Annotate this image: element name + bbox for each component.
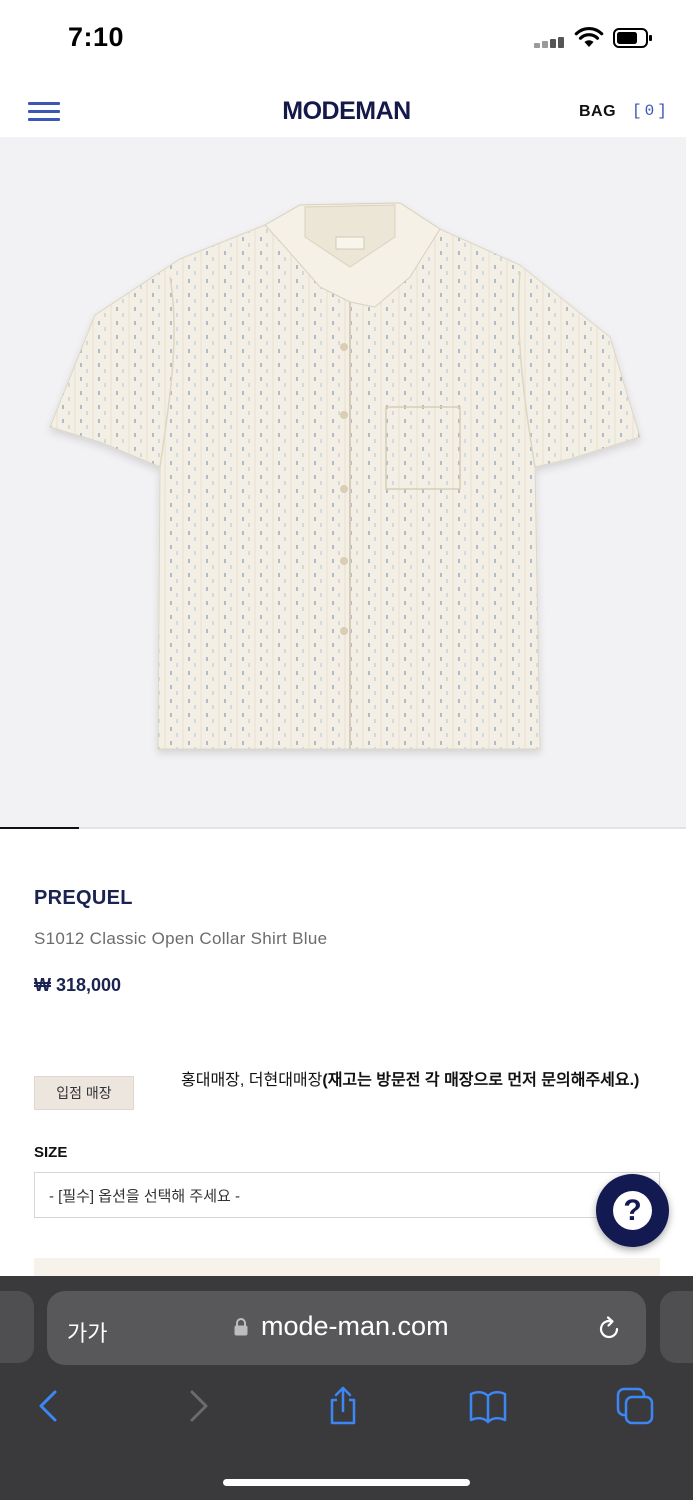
status-time: 7:10: [68, 22, 125, 52]
wifi-icon: [574, 26, 604, 47]
store-info: 홍대매장, 더현대매장(재고는 방문전 각 매장으로 먼저 문의해주세요.): [181, 1066, 641, 1095]
site-header: MODEMAN BAG [0]: [0, 82, 693, 138]
status-bar: 7:10: [0, 0, 693, 70]
product-price: ₩ 318,000: [34, 975, 122, 995]
back-icon[interactable]: [29, 1386, 69, 1426]
image-gallery-progress-fill: [0, 827, 79, 829]
bag-link[interactable]: BAG: [579, 103, 616, 121]
image-gallery-progress: [0, 827, 686, 829]
url-text[interactable]: mode-man.com: [261, 1311, 449, 1342]
brand-name[interactable]: PREQUEL: [34, 887, 133, 910]
next-tab-pill[interactable]: [660, 1291, 693, 1363]
home-indicator: [223, 1479, 470, 1486]
browser-toolbar: 가가 mode-man.com: [0, 1276, 693, 1500]
store-badge: 입점 매장: [34, 1076, 134, 1110]
tabs-icon[interactable]: [615, 1386, 655, 1426]
size-select[interactable]: - [필수] 옵션을 선택해 주세요 -: [34, 1172, 660, 1218]
text-size-button[interactable]: 가가: [67, 1316, 107, 1348]
battery-icon: [613, 28, 652, 48]
shirt-photo: [49, 202, 641, 750]
help-button[interactable]: ?: [596, 1174, 669, 1247]
lock-icon: [234, 1318, 248, 1336]
address-bar[interactable]: 가가 mode-man.com: [47, 1291, 646, 1365]
share-icon[interactable]: [323, 1386, 363, 1426]
reload-icon[interactable]: [595, 1315, 623, 1343]
size-label: SIZE: [34, 1144, 68, 1161]
store-note: (재고는 방문전 각 매장으로 먼저 문의해주세요.): [322, 1072, 640, 1089]
bookmarks-icon[interactable]: [468, 1386, 508, 1426]
cellular-signal-icon: [534, 36, 566, 48]
store-list: 홍대매장, 더현대매장: [181, 1072, 323, 1089]
forward-icon[interactable]: [178, 1386, 218, 1426]
size-select-value: - [필수] 옵션을 선택해 주세요 -: [49, 1187, 240, 1205]
bag-count[interactable]: [0]: [632, 102, 670, 120]
question-mark-icon: ?: [613, 1191, 652, 1230]
product-name: S1012 Classic Open Collar Shirt Blue: [34, 929, 328, 948]
product-image[interactable]: [0, 137, 686, 828]
previous-tab-pill[interactable]: [0, 1291, 34, 1363]
